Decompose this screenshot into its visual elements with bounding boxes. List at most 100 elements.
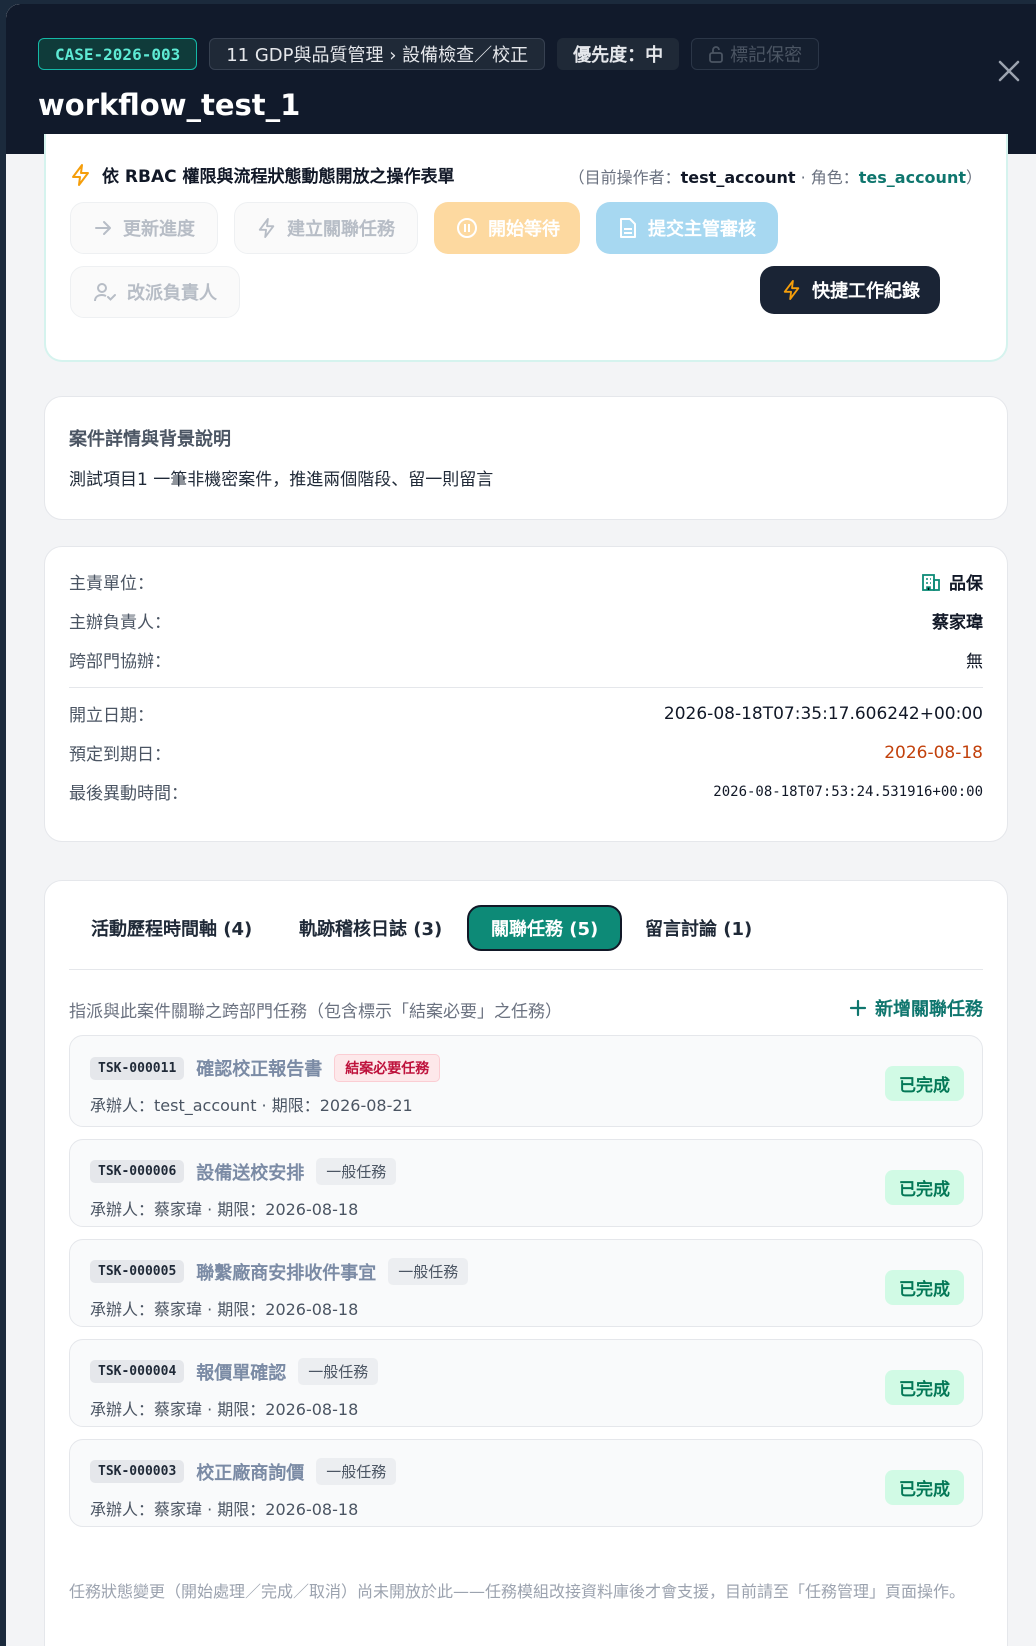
task-row[interactable]: TSK-000011 確認校正報告書 結案必要任務 承辦人：test_accou…	[69, 1035, 983, 1127]
tab-comments[interactable]: 留言討論 (1)	[623, 905, 774, 951]
start-waiting-button[interactable]: 開始等待	[434, 202, 580, 254]
task-general-tag: 一般任務	[298, 1358, 379, 1385]
operator-prefix: （目前操作者：	[568, 168, 681, 187]
close-button[interactable]	[994, 56, 1024, 86]
owner-value: 蔡家瑋	[932, 613, 983, 633]
tab-related-tasks[interactable]: 關聯任務 (5)	[467, 905, 623, 951]
reassign-owner-button[interactable]: 改派負責人	[70, 266, 240, 318]
task-title-line: TSK-000011 確認校正報告書 結案必要任務	[90, 1054, 441, 1082]
quick-work-log-button[interactable]: 快捷工作紀錄	[760, 266, 940, 314]
task-name: 設備送校安排	[196, 1162, 305, 1184]
tab-activity-timeline[interactable]: 活動歷程時間軸 (4)	[69, 905, 274, 951]
tab-audit-log[interactable]: 軌跡稽核日誌 (3)	[277, 905, 464, 951]
info-row-cross: 跨部門協辦： 無	[69, 647, 983, 672]
opened-value: 2026-08-18T07:35:17.606242+00:00	[663, 703, 983, 724]
priority-badge: 優先度：中	[557, 38, 680, 70]
case-info-card: 主責單位： 品保 主辦負責人： 蔡家瑋 跨部門協辦： 無 開立日期： 2026-…	[44, 546, 1008, 842]
action-panel: 依 RBAC 權限與流程狀態動態開放之操作表單 （目前操作者：test_acco…	[44, 134, 1008, 362]
task-row[interactable]: TSK-000006 設備送校安排 一般任務 承辦人：蔡家瑋 · 期限：2026…	[69, 1139, 983, 1227]
tasks-description: 指派與此案件關聯之跨部門任務（包含標示「結案必要」之任務）	[69, 1002, 562, 1022]
start-waiting-label: 開始等待	[488, 219, 560, 240]
details-text: 測試項目1 一筆非機密案件，推進兩個階段、留一則留言	[69, 470, 494, 490]
task-status-badge: 已完成	[885, 1170, 964, 1205]
update-progress-label: 更新進度	[123, 219, 195, 240]
task-code: TSK-000006	[90, 1160, 185, 1183]
add-related-task-label: 新增關聯任務	[875, 999, 983, 1020]
lightning-icon	[782, 279, 802, 301]
cross-label: 跨部門協辦：	[69, 652, 171, 672]
task-status-badge: 已完成	[885, 1370, 964, 1405]
user-check-icon	[93, 281, 117, 303]
update-progress-button[interactable]: 更新進度	[70, 202, 218, 254]
task-code: TSK-000003	[90, 1460, 185, 1483]
task-general-tag: 一般任務	[316, 1158, 397, 1185]
tabs-card: 活動歷程時間軸 (4) 軌跡稽核日誌 (3) 關聯任務 (5) 留言討論 (1)…	[44, 880, 1008, 1646]
case-id-badge: CASE-2026-003	[38, 38, 198, 70]
operator-suffix: ）	[965, 168, 982, 187]
task-meta: 承辦人：蔡家瑋 · 期限：2026-08-18	[90, 1400, 359, 1419]
lock-icon	[708, 45, 730, 63]
building-icon	[921, 572, 941, 592]
info-row-opened: 開立日期： 2026-08-18T07:35:17.606242+00:00	[69, 701, 983, 727]
case-modal: CASE-2026-003 11 GDP與品質管理 › 設備檢查／校正 優先度：…	[6, 4, 1036, 1646]
operator-role: tes_account	[858, 168, 966, 187]
task-name: 聯繫廠商安排收件事宜	[196, 1262, 377, 1284]
task-meta: 承辦人：蔡家瑋 · 期限：2026-08-18	[90, 1200, 359, 1219]
task-row[interactable]: TSK-000005 聯繫廠商安排收件事宜 一般任務 承辦人：蔡家瑋 · 期限：…	[69, 1239, 983, 1327]
action-panel-title: 依 RBAC 權限與流程狀態動態開放之操作表單	[102, 167, 455, 187]
task-status-badge: 已完成	[885, 1066, 964, 1101]
case-title: workflow_test_1	[38, 88, 301, 122]
opened-label: 開立日期：	[69, 706, 154, 726]
info-row-modified: 最後異動時間： 2026-08-18T07:53:24.531916+00:00	[69, 779, 983, 805]
task-row[interactable]: TSK-000004 報價單確認 一般任務 承辦人：蔡家瑋 · 期限：2026-…	[69, 1339, 983, 1427]
unit-label: 主責單位：	[69, 574, 154, 594]
pause-icon	[456, 217, 478, 239]
task-title-line: TSK-000003 校正廠商詢價 一般任務	[90, 1458, 397, 1485]
tabs-divider	[69, 969, 983, 970]
submit-review-label: 提交主管審核	[648, 219, 756, 240]
add-related-task-button[interactable]: 新增關聯任務	[849, 995, 983, 1021]
document-icon	[618, 217, 638, 239]
owner-label: 主辦負責人：	[69, 613, 171, 633]
modified-label: 最後異動時間：	[69, 784, 188, 804]
create-related-task-button[interactable]: 建立關聯任務	[234, 202, 418, 254]
task-name: 報價單確認	[196, 1362, 287, 1384]
task-title-line: TSK-000004 報價單確認 一般任務	[90, 1358, 379, 1385]
info-divider	[69, 687, 983, 688]
cross-value: 無	[966, 652, 983, 672]
case-details-card: 案件詳情與背景說明 測試項目1 一筆非機密案件，推進兩個階段、留一則留言	[44, 396, 1008, 520]
due-value: 2026-08-18	[884, 742, 983, 763]
modal-header: CASE-2026-003 11 GDP與品質管理 › 設備檢查／校正 優先度：…	[6, 4, 1036, 154]
role-prefix: · 角色：	[795, 168, 859, 187]
plus-icon	[849, 999, 867, 1017]
task-code: TSK-000005	[90, 1260, 185, 1283]
action-panel-heading: 依 RBAC 權限與流程狀態動態開放之操作表單	[70, 162, 455, 187]
details-title: 案件詳情與背景說明	[69, 429, 231, 450]
task-code: TSK-000004	[90, 1360, 185, 1383]
unit-value: 品保	[921, 569, 983, 594]
info-row-unit: 主責單位： 品保	[69, 569, 983, 594]
task-title-line: TSK-000005 聯繫廠商安排收件事宜 一般任務	[90, 1258, 469, 1285]
reassign-label: 改派負責人	[127, 283, 217, 304]
task-name: 確認校正報告書	[196, 1059, 323, 1080]
category-badge: 11 GDP與品質管理 › 設備檢查／校正	[209, 38, 546, 70]
task-row[interactable]: TSK-000003 校正廠商詢價 一般任務 承辦人：蔡家瑋 · 期限：2026…	[69, 1439, 983, 1527]
tasks-footnote: 任務狀態變更（開始處理／完成／取消）尚未開放於此——任務模組改接資料庫後才會支援…	[69, 1582, 966, 1601]
quick-work-log-label: 快捷工作紀錄	[812, 281, 920, 302]
task-name: 校正廠商詢價	[196, 1462, 305, 1484]
task-status-badge: 已完成	[885, 1470, 964, 1505]
operator-info: （目前操作者：test_account · 角色：tes_account）	[569, 164, 982, 188]
lightning-icon	[70, 163, 92, 187]
unit-value-text: 品保	[949, 574, 983, 594]
modified-value: 2026-08-18T07:53:24.531916+00:00	[713, 783, 983, 800]
task-status-badge: 已完成	[885, 1270, 964, 1305]
task-required-tag: 結案必要任務	[334, 1054, 441, 1082]
confidential-toggle[interactable]: 標記保密	[691, 38, 820, 70]
submit-review-button[interactable]: 提交主管審核	[596, 202, 778, 254]
confidential-label: 標記保密	[730, 45, 803, 66]
task-title-line: TSK-000006 設備送校安排 一般任務	[90, 1158, 397, 1185]
info-row-due: 預定到期日： 2026-08-18	[69, 740, 983, 766]
task-meta: 承辦人：test_account · 期限：2026-08-21	[90, 1096, 413, 1115]
task-code: TSK-000011	[90, 1056, 185, 1080]
task-meta: 承辦人：蔡家瑋 · 期限：2026-08-18	[90, 1500, 359, 1519]
